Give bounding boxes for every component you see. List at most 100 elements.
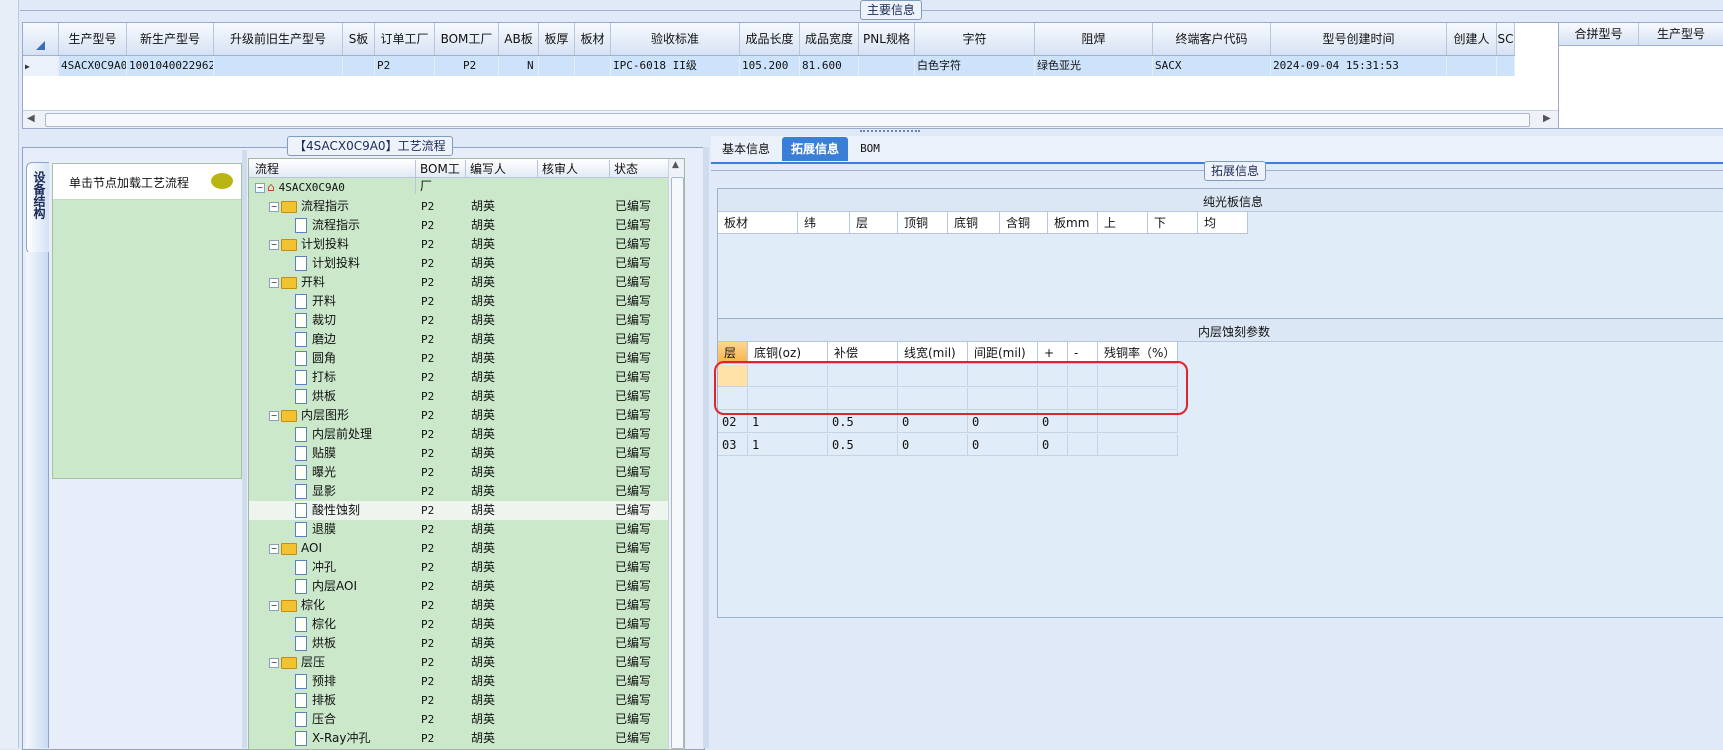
tree-node[interactable]: 打标 (295, 368, 336, 387)
collapse-icon[interactable]: − (269, 277, 279, 288)
collapse-icon[interactable]: − (269, 543, 279, 554)
column-header[interactable]: 型号创建时间 (1271, 23, 1447, 55)
tree-node[interactable]: 烘板 (295, 634, 336, 653)
collapse-icon[interactable]: − (255, 182, 265, 193)
grid-cell[interactable]: 绿色亚光 (1035, 56, 1153, 76)
column-header[interactable]: 成品宽度 (800, 23, 859, 55)
column-header[interactable]: SC (1497, 23, 1515, 55)
tree-row[interactable]: 酸性蚀刻 P2 胡英 已编写 (249, 501, 669, 520)
tree-row[interactable]: − 计划投料 P2 胡英 已编写 (249, 235, 669, 254)
tree-node[interactable]: 内层前处理 (295, 425, 372, 444)
column-header[interactable]: PNL规格 (859, 23, 915, 55)
side-tab-equipment[interactable]: 设备结构 (26, 162, 49, 254)
tree-row[interactable]: 打标 P2 胡英 已编写 (249, 368, 669, 387)
tree-row[interactable]: 压合 P2 胡英 已编写 (249, 710, 669, 729)
scroll-right-arrow-icon[interactable]: ▶ (1543, 113, 1551, 124)
plain-board-column[interactable]: 顶铜 (898, 212, 948, 234)
grid-cell[interactable]: 10010400229627 (127, 56, 214, 76)
tree-node[interactable]: − 层压 (269, 653, 325, 672)
plain-board-column[interactable]: 板材 (718, 212, 798, 234)
plain-board-column[interactable]: 下 (1148, 212, 1198, 234)
tree-node[interactable]: 曝光 (295, 463, 336, 482)
grid-cell[interactable]: 4SACX0C9A0 (59, 56, 127, 76)
plain-board-column[interactable]: 纬 (798, 212, 850, 234)
top-splitter-grip[interactable] (860, 130, 920, 136)
collapse-icon[interactable]: − (269, 600, 279, 611)
tree-node[interactable]: X-Ray冲孔 (295, 729, 370, 748)
tree-node[interactable]: 开料 (295, 292, 336, 311)
tree-row[interactable]: 内层AOI P2 胡英 已编写 (249, 577, 669, 596)
tree-row[interactable]: − 层压 P2 胡英 已编写 (249, 653, 669, 672)
inner-etch-cell[interactable]: 0 (898, 434, 968, 456)
column-header[interactable]: 创建人 (1447, 23, 1497, 55)
column-header[interactable]: S板 (343, 23, 375, 55)
grid-cell[interactable] (1497, 56, 1515, 76)
tree-node[interactable]: 酸性蚀刻 (295, 501, 360, 520)
tree-column-header[interactable]: 核审人 (537, 160, 609, 177)
grid-data-row[interactable]: ▶ 4SACX0C9A0 10010400229627 P2 P2 N IPC-6018 I… (23, 56, 1515, 76)
tree-node[interactable]: 预排 (295, 672, 336, 691)
tree-row[interactable]: 冲孔 P2 胡英 已编写 (249, 558, 669, 577)
tree-row[interactable]: − AOI P2 胡英 已编写 (249, 539, 669, 558)
tree-node[interactable]: − 内层图形 (269, 406, 349, 425)
inner-etch-cell[interactable]: 1 (748, 434, 828, 456)
merged-model-grid[interactable]: 合拼型号 生产型号 (1558, 22, 1723, 129)
plain-board-column[interactable]: 底铜 (948, 212, 1000, 234)
tab-2[interactable]: BOM (852, 137, 888, 161)
column-header[interactable]: 成品长度 (740, 23, 800, 55)
grid-cell[interactable]: 2024-09-04 15:31:53 (1271, 56, 1447, 76)
grid-cell[interactable]: SACX (1153, 56, 1271, 76)
inner-etch-cell[interactable]: 0 (968, 434, 1038, 456)
tree-row[interactable]: 烘板 P2 胡英 已编写 (249, 387, 669, 406)
grid-cell[interactable] (539, 56, 575, 76)
column-header[interactable]: 验收标准 (611, 23, 740, 55)
grid-cell[interactable]: N (499, 56, 539, 76)
tree-node[interactable]: 排板 (295, 691, 336, 710)
column-header[interactable]: 板材 (575, 23, 611, 55)
tree-node[interactable]: 磨边 (295, 330, 336, 349)
grid-cell[interactable]: P2 (375, 56, 435, 76)
plain-board-column[interactable]: 板mm (1048, 212, 1098, 234)
plain-board-column[interactable]: 层 (850, 212, 898, 234)
tree-column-header[interactable]: 状态 (609, 160, 673, 177)
tree-node[interactable]: − 计划投料 (269, 235, 349, 254)
tree-row[interactable]: X-Ray冲孔 P2 胡英 已编写 (249, 729, 669, 748)
tree-row[interactable]: 内层前处理 P2 胡英 已编写 (249, 425, 669, 444)
column-header[interactable]: 阻焊 (1035, 23, 1153, 55)
grid-cell[interactable] (575, 56, 611, 76)
tree-node[interactable]: − 棕化 (269, 596, 325, 615)
scroll-up-arrow-icon[interactable]: ▲ (672, 160, 679, 170)
tree-row[interactable]: 退膜 P2 胡英 已编写 (249, 520, 669, 539)
equipment-panel[interactable]: 单击节点加载工艺流程 (52, 163, 242, 479)
plain-board-column[interactable]: 均 (1198, 212, 1248, 234)
production-model-grid[interactable]: 生产型号 新生产型号 升级前旧生产型号 S板 订单工厂 BOM工厂 AB板 板厚 板材 验收标准成… (22, 22, 1559, 129)
tree-node[interactable]: 圆角 (295, 349, 336, 368)
tree-body[interactable]: − ⌂ 4SACX0C9A0− 流程指示 P2 胡英 已编写 流程指示 P2 胡英 已编写 − 计划投料… (249, 178, 669, 748)
tab-0[interactable]: 基本信息 (711, 137, 781, 161)
tree-node[interactable]: 棕化 (295, 615, 336, 634)
tree-row[interactable]: 曝光 P2 胡英 已编写 (249, 463, 669, 482)
tree-row[interactable]: 贴膜 P2 胡英 已编写 (249, 444, 669, 463)
column-header[interactable]: 订单工厂 (375, 23, 435, 55)
column-header[interactable]: 字符 (915, 23, 1035, 55)
grid-cell[interactable] (859, 56, 915, 76)
tree-column-header[interactable]: 流程 (251, 160, 411, 177)
inner-etch-cell[interactable]: 0 (1038, 434, 1068, 456)
column-header[interactable]: 板厚 (539, 23, 575, 55)
tree-vertical-scrollbar[interactable]: ▲ (668, 159, 684, 749)
tree-row[interactable]: 排板 P2 胡英 已编写 (249, 691, 669, 710)
collapse-icon[interactable]: − (269, 201, 279, 212)
plain-board-column[interactable]: 上 (1098, 212, 1148, 234)
tree-node[interactable]: − 开料 (269, 273, 325, 292)
grid-cell[interactable]: 81.600 (800, 56, 859, 76)
row-pointer[interactable]: ▶ (23, 56, 59, 76)
tree-row[interactable]: 预排 P2 胡英 已编写 (249, 672, 669, 691)
column-header[interactable]: 终端客户代码 (1153, 23, 1271, 55)
tree-row[interactable]: 棕化 P2 胡英 已编写 (249, 615, 669, 634)
tree-row[interactable]: 裁切 P2 胡英 已编写 (249, 311, 669, 330)
collapse-icon[interactable]: − (269, 239, 279, 250)
tree-scrollbar-thumb[interactable] (671, 177, 684, 749)
scrollbar-thumb[interactable] (45, 113, 1530, 127)
column-header[interactable]: 合拼型号 (1559, 23, 1639, 45)
grid-cell[interactable] (343, 56, 375, 76)
